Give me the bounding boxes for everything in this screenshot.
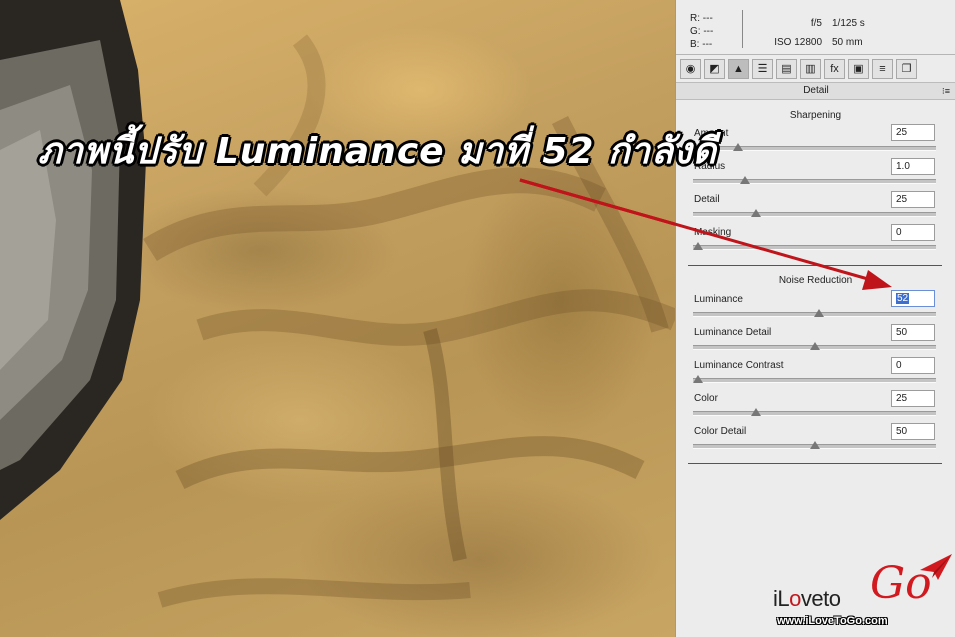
g-label: G: <box>690 26 701 37</box>
panel-tab-bar: ◉ ◩ ▲ ☰ ▤ ▥ fx ▣ ≡ ❐ <box>676 56 955 82</box>
image-info-bar: R: --- G: --- B: --- f/5 1/125 s ISO 1280… <box>676 0 955 55</box>
luminance-detail-label: Luminance Detail <box>694 327 772 338</box>
amount-input[interactable]: 25 <box>891 124 935 141</box>
rgb-readout: R: --- G: --- B: --- <box>690 12 713 51</box>
presets-icon[interactable]: ≡ <box>872 59 893 79</box>
split-toning-icon[interactable]: ▤ <box>776 59 797 79</box>
logo-brand-text: iLoveto <box>773 586 841 611</box>
luminance-slider[interactable] <box>693 309 936 317</box>
luminance-detail-input[interactable]: 50 <box>891 324 935 341</box>
exif-readout: f/5 1/125 s ISO 12800 50 mm <box>760 14 940 52</box>
masking-slider[interactable] <box>693 242 936 250</box>
shutter-value: 1/125 s <box>832 18 865 29</box>
luminance-detail-slider[interactable] <box>693 342 936 350</box>
color-detail-input[interactable]: 50 <box>891 423 935 440</box>
focal-length-value: 50 mm <box>832 37 863 48</box>
annotation-caption: ภาพนี้ปรับ Luminance มาที่ 52 กำลังดี <box>38 131 717 172</box>
info-divider <box>742 10 743 48</box>
masking-label: Masking <box>694 227 732 238</box>
masking-input[interactable]: 0 <box>891 224 935 241</box>
luminance-label: Luminance <box>694 294 743 305</box>
detail-input[interactable]: 25 <box>891 191 935 208</box>
fx-icon[interactable]: fx <box>824 59 845 79</box>
g-value: --- <box>703 26 714 37</box>
r-value: --- <box>702 13 713 24</box>
section-divider <box>688 265 942 266</box>
detail-label: Detail <box>694 194 720 205</box>
camera-raw-panel: R: --- G: --- B: --- f/5 1/125 s ISO 1280… <box>675 0 955 637</box>
iso-value: ISO 12800 <box>774 37 822 48</box>
aperture-value: f/5 <box>810 18 822 29</box>
sharpening-title: Sharpening <box>789 110 842 121</box>
r-label: R: <box>690 13 700 24</box>
snapshots-icon[interactable]: ❐ <box>896 59 917 79</box>
noise-reduction-title: Noise Reduction <box>778 275 853 286</box>
luminance-detail-slider-thumb[interactable] <box>809 342 820 350</box>
radius-slider-thumb[interactable] <box>739 176 750 184</box>
panel-header: Detail ⁝≡ <box>676 82 955 100</box>
color-detail-slider[interactable] <box>693 441 936 449</box>
color-label: Color <box>694 393 718 404</box>
lens-corrections-icon[interactable]: ▥ <box>800 59 821 79</box>
iLoveToGo-logo: iLoveto Go www.iLoveToGo.com <box>773 554 953 635</box>
color-input[interactable]: 25 <box>891 390 935 407</box>
radius-slider[interactable] <box>693 176 936 184</box>
logo-url: www.iLoveToGo.com <box>777 615 888 627</box>
amount-slider-thumb[interactable] <box>732 143 743 151</box>
section-divider-bottom <box>688 463 942 464</box>
detail-slider-thumb[interactable] <box>751 209 762 217</box>
camera-calibration-icon[interactable]: ▣ <box>848 59 869 79</box>
amount-slider[interactable] <box>693 143 936 151</box>
tone-curve-icon[interactable]: ◩ <box>704 59 725 79</box>
detail-icon[interactable]: ▲ <box>728 59 749 79</box>
luminance-slider-thumb[interactable] <box>814 309 825 317</box>
luminance-input[interactable]: 52 <box>891 290 935 307</box>
detail-slider[interactable] <box>693 209 936 217</box>
radius-input[interactable]: 1.0 <box>891 158 935 175</box>
hsl-icon[interactable]: ☰ <box>752 59 773 79</box>
luminance-contrast-label: Luminance Contrast <box>694 360 784 371</box>
color-detail-label: Color Detail <box>694 426 747 437</box>
luminance-contrast-slider[interactable] <box>693 375 936 383</box>
color-detail-slider-thumb[interactable] <box>809 441 820 449</box>
color-slider-thumb[interactable] <box>751 408 762 416</box>
b-label: B: <box>690 39 700 50</box>
photo-preview <box>0 0 675 637</box>
luminance-contrast-slider-thumb[interactable] <box>693 375 703 383</box>
b-value: --- <box>702 39 713 50</box>
paper-plane-icon <box>920 554 952 580</box>
panel-title: Detail <box>803 85 829 96</box>
photo-texture <box>0 0 675 608</box>
aperture-icon[interactable]: ◉ <box>680 59 701 79</box>
masking-slider-thumb[interactable] <box>693 242 703 250</box>
color-slider[interactable] <box>693 408 936 416</box>
panel-menu-icon[interactable]: ⁝≡ <box>942 83 950 99</box>
luminance-contrast-input[interactable]: 0 <box>891 357 935 374</box>
